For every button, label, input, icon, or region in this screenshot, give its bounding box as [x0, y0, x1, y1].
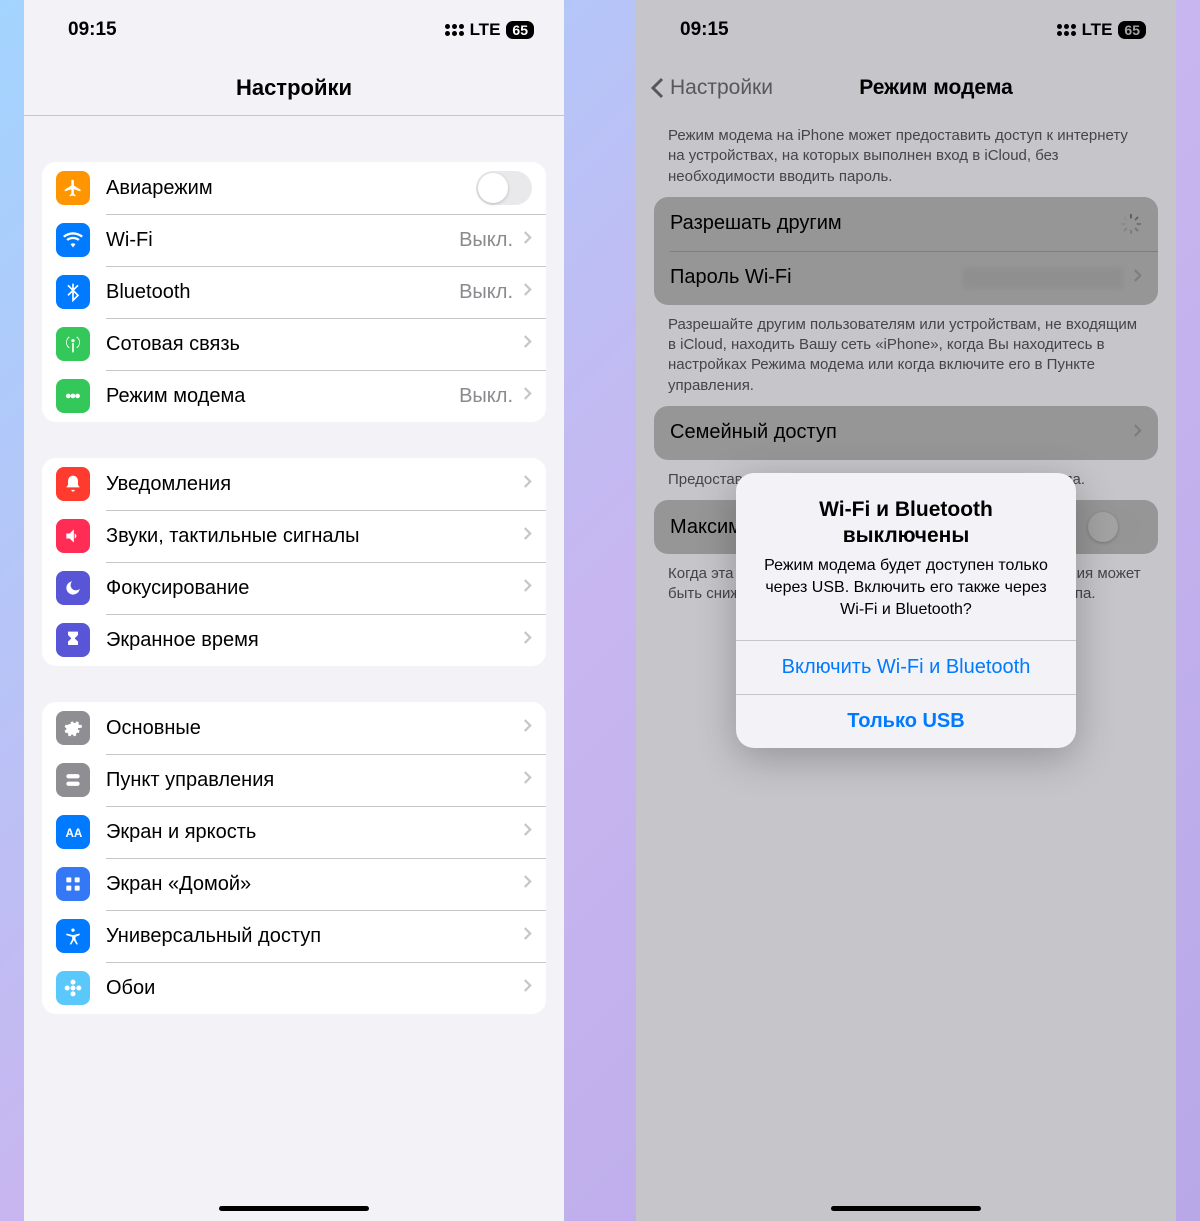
row-label: Основные: [106, 717, 523, 740]
row-home-screen[interactable]: Экран «Домой»: [42, 858, 546, 910]
row-value: Выкл.: [459, 281, 513, 304]
row-label: Авиарежим: [106, 177, 476, 200]
chevron-right-icon: [523, 282, 532, 302]
cellular-signal-icon: [445, 24, 464, 36]
wifi-icon: [56, 223, 90, 257]
accessibility-icon: [56, 919, 90, 953]
chevron-right-icon: [523, 978, 532, 998]
status-time: 09:15: [68, 19, 117, 41]
switches-icon: [56, 763, 90, 797]
status-right: LTE 65: [445, 20, 534, 40]
enable-wifi-bluetooth-button[interactable]: Включить Wi-Fi и Bluetooth: [736, 640, 1076, 694]
row-label: Уведомления: [106, 473, 523, 496]
row-display[interactable]: AA Экран и яркость: [42, 806, 546, 858]
battery-icon: 65: [506, 21, 534, 39]
grid-icon: [56, 867, 90, 901]
airplane-toggle[interactable]: [476, 171, 532, 205]
row-control-center[interactable]: Пункт управления: [42, 754, 546, 806]
row-label: Пункт управления: [106, 769, 523, 792]
network-label: LTE: [470, 20, 501, 40]
row-label: Экранное время: [106, 629, 523, 652]
row-label: Режим модема: [106, 385, 459, 408]
chevron-right-icon: [523, 526, 532, 546]
nav-bar: Настройки: [24, 60, 564, 116]
row-accessibility[interactable]: Универсальный доступ: [42, 910, 546, 962]
row-label: Звуки, тактильные сигналы: [106, 525, 523, 548]
alert-dialog: Wi-Fi и Bluetooth выключены Режим модема…: [736, 473, 1076, 748]
group-general: Основные Пункт управления AA Экран и ярк…: [42, 702, 546, 1014]
row-label: Сотовая связь: [106, 333, 523, 356]
text-size-icon: AA: [56, 815, 90, 849]
chevron-right-icon: [523, 718, 532, 738]
row-value: Выкл.: [459, 229, 513, 252]
row-general[interactable]: Основные: [42, 702, 546, 754]
row-value: Выкл.: [459, 385, 513, 408]
chevron-right-icon: [523, 230, 532, 250]
modal-overlay: Wi-Fi и Bluetooth выключены Режим модема…: [636, 0, 1176, 1221]
hourglass-icon: [56, 623, 90, 657]
chevron-right-icon: [523, 334, 532, 354]
usb-only-button[interactable]: Только USB: [736, 694, 1076, 748]
row-label: Обои: [106, 977, 523, 1000]
row-label: Универсальный доступ: [106, 925, 523, 948]
row-focus[interactable]: Фокусирование: [42, 562, 546, 614]
chevron-right-icon: [523, 926, 532, 946]
chevron-right-icon: [523, 578, 532, 598]
group-connectivity: Авиарежим Wi-Fi Выкл. Bluetooth Выкл. Со…: [42, 162, 546, 422]
gear-icon: [56, 711, 90, 745]
row-cellular[interactable]: Сотовая связь: [42, 318, 546, 370]
home-indicator[interactable]: [831, 1206, 981, 1211]
chevron-right-icon: [523, 474, 532, 494]
chevron-right-icon: [523, 874, 532, 894]
row-airplane-mode[interactable]: Авиарежим: [42, 162, 546, 214]
row-hotspot[interactable]: Режим модема Выкл.: [42, 370, 546, 422]
chevron-right-icon: [523, 770, 532, 790]
row-bluetooth[interactable]: Bluetooth Выкл.: [42, 266, 546, 318]
settings-content[interactable]: Авиарежим Wi-Fi Выкл. Bluetooth Выкл. Со…: [24, 116, 564, 1221]
speaker-icon: [56, 519, 90, 553]
bell-icon: [56, 467, 90, 501]
hotspot-screen: 09:15 LTE 65 Настройки Режим модема Режи…: [636, 0, 1176, 1221]
row-label: Экран и яркость: [106, 821, 523, 844]
chevron-right-icon: [523, 386, 532, 406]
chevron-right-icon: [523, 822, 532, 842]
row-wallpaper[interactable]: Обои: [42, 962, 546, 1014]
row-wifi[interactable]: Wi-Fi Выкл.: [42, 214, 546, 266]
chevron-right-icon: [523, 630, 532, 650]
antenna-icon: [56, 327, 90, 361]
svg-text:AA: AA: [66, 827, 83, 840]
row-sounds[interactable]: Звуки, тактильные сигналы: [42, 510, 546, 562]
home-indicator[interactable]: [219, 1206, 369, 1211]
page-title: Настройки: [236, 75, 352, 101]
airplane-icon: [56, 171, 90, 205]
row-notifications[interactable]: Уведомления: [42, 458, 546, 510]
moon-icon: [56, 571, 90, 605]
bluetooth-icon: [56, 275, 90, 309]
row-label: Экран «Домой»: [106, 873, 523, 896]
alert-title: Wi-Fi и Bluetooth выключены: [756, 497, 1056, 550]
settings-screen: 09:15 LTE 65 Настройки Авиарежим Wi-Fi В…: [24, 0, 564, 1221]
row-screentime[interactable]: Экранное время: [42, 614, 546, 666]
row-label: Wi-Fi: [106, 229, 459, 252]
row-label: Фокусирование: [106, 577, 523, 600]
flower-icon: [56, 971, 90, 1005]
alert-message: Режим модема будет доступен только через…: [756, 555, 1056, 620]
group-notifications: Уведомления Звуки, тактильные сигналы Фо…: [42, 458, 546, 666]
row-label: Bluetooth: [106, 281, 459, 304]
hotspot-icon: [56, 379, 90, 413]
status-bar: 09:15 LTE 65: [24, 0, 564, 60]
